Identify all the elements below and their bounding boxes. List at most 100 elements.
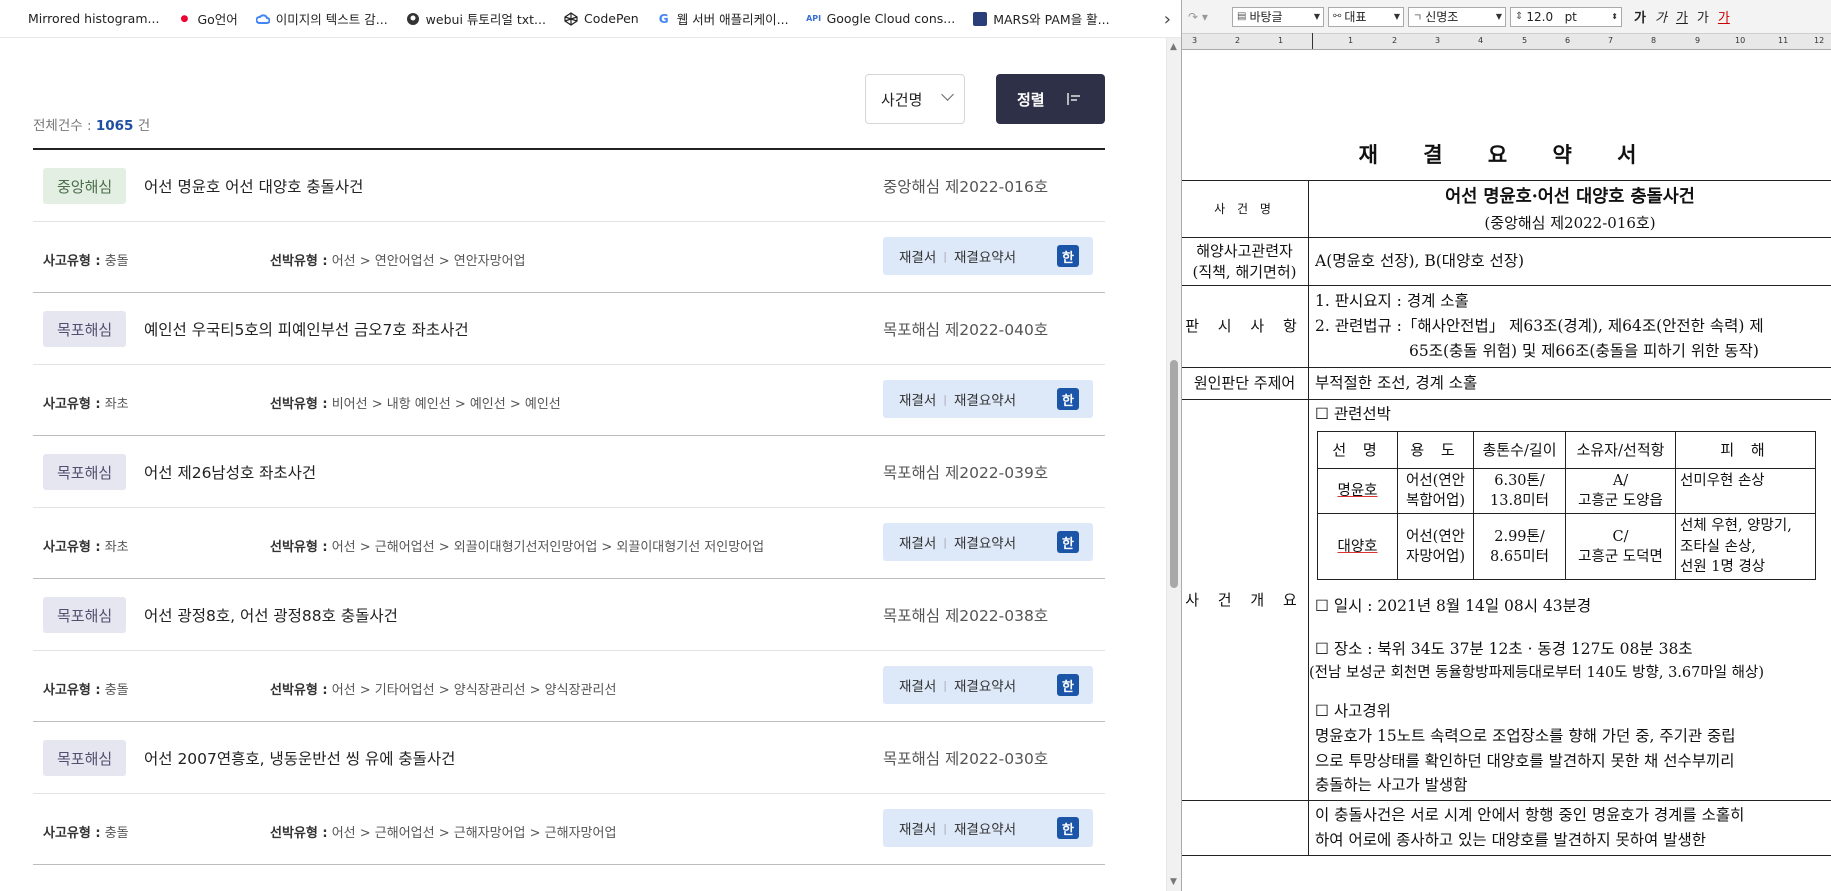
case-title-link[interactable]: 어선 명윤호 어선 대양호 충돌사건 <box>144 175 363 197</box>
ship-table-header: 용 도 <box>1397 430 1474 469</box>
chevron-down-icon <box>941 88 954 101</box>
dropdown-arrow-icon: ⬍ <box>1611 11 1618 21</box>
font-select[interactable]: ㄱ 신명조 ▼ <box>1408 6 1506 27</box>
font-size-input[interactable]: ⇕ 12.0 pt ⬍ <box>1510 6 1622 27</box>
scroll-up-arrow-icon[interactable]: ▲ <box>1170 42 1177 52</box>
language-icon: ⚯ <box>1333 11 1342 22</box>
ruling-doc-link[interactable]: 재결서 <box>899 389 936 409</box>
vertical-scrollbar[interactable]: ▲ ▼ <box>1166 38 1181 891</box>
accident-type-value: 충돌 <box>104 683 129 698</box>
ship-row: 대양호 어선(연안 자망어업) 2.99톤/8.65미터 C/고흥군 도덕면 선체… <box>1317 513 1816 581</box>
summary-line: 이 충돌사건은 서로 시계 안에서 항행 중인 명윤호가 경계를 소홀히 <box>1315 806 1745 825</box>
ruler-number: 2 <box>1235 36 1241 45</box>
font-color-button[interactable]: 가 <box>1718 7 1730 26</box>
bold-button[interactable]: 가 <box>1634 7 1646 26</box>
chevron-right-icon[interactable]: › <box>1164 9 1171 30</box>
ruling-doc-link[interactable]: 재결서 <box>899 675 936 695</box>
divider: | <box>943 392 947 406</box>
ruling-summary-table: 사 건 명 어선 명윤호·어선 대양호 충돌사건 (중앙해심 제2022-016… <box>1182 180 1831 856</box>
accident-type: 사고유형 : 충돌 <box>43 250 129 269</box>
case-title-link[interactable]: 어선 제26남성호 좌초사건 <box>144 461 316 483</box>
case-title-link[interactable]: 어선 2007연흥호, 냉동운반선 씽 유에 충돌사건 <box>144 747 455 769</box>
ship-tonnage-line-2: 8.65미터 <box>1490 548 1549 565</box>
accident-type-value: 좌초 <box>104 540 129 555</box>
ship-type-label: 선박유형 : <box>270 397 328 412</box>
ship-tonnage-line-2: 13.8미터 <box>1490 493 1549 510</box>
summary-label <box>1182 800 1309 856</box>
hwp-file-icon[interactable]: 한 <box>1057 674 1079 696</box>
case-number: 목포해심 제2022-040호 <box>883 321 1049 339</box>
hwp-file-icon[interactable]: 한 <box>1057 817 1079 839</box>
style-select[interactable]: ▤ 바탕글 ▼ <box>1232 6 1324 27</box>
case-item: 목포해심 예인선 우국티5호의 피예인부선 금오7호 좌초사건 목포해심 제20… <box>33 293 1105 436</box>
bookmark-item[interactable]: CodePen <box>564 11 639 26</box>
case-title-link[interactable]: 어선 광정8호, 어선 광정88호 충돌사건 <box>144 604 398 626</box>
case-item: 목포해심 어선 제26남성호 좌초사건 목포해심 제2022-039호 사고유형… <box>33 436 1105 579</box>
undo-redo-icon[interactable]: ↷ ▾ <box>1188 10 1232 24</box>
bookmark-item[interactable]: 이미지의 텍스트 감... <box>255 9 388 28</box>
ship-type: 선박유형 : 어선 > 연안어업선 > 연안자망어업 <box>270 250 526 269</box>
bookmark-label: 이미지의 텍스트 감... <box>275 12 388 27</box>
divider: | <box>943 535 947 549</box>
ruling-summary-link[interactable]: 재결요약서 <box>954 532 1016 552</box>
scroll-down-arrow-icon[interactable]: ▼ <box>1170 877 1177 887</box>
italic-button[interactable]: 가 <box>1655 7 1667 26</box>
hwp-file-icon[interactable]: 한 <box>1057 388 1079 410</box>
blank-page-icon <box>8 12 22 26</box>
ship-use: 어선(연안 자망어업) <box>1397 513 1474 581</box>
ruling-summary-link[interactable]: 재결요약서 <box>954 246 1016 266</box>
bookmark-item[interactable]: API Google Cloud cons... <box>806 11 955 26</box>
hwp-file-icon[interactable]: 한 <box>1057 531 1079 553</box>
underline-button[interactable]: 가 <box>1676 7 1688 26</box>
ruler-number: 2 <box>1392 36 1398 45</box>
ship-table-header: 총톤수/길이 <box>1473 430 1566 469</box>
sort-field-select[interactable]: 사건명 <box>865 74 965 124</box>
bookmark-item[interactable]: ● Go언어 <box>177 9 238 28</box>
ruling-summary-link[interactable]: 재결요약서 <box>954 675 1016 695</box>
hwp-file-icon[interactable]: 한 <box>1057 245 1079 267</box>
ruling-doc-link[interactable]: 재결서 <box>899 818 936 838</box>
dropdown-arrow-icon: ▼ <box>1313 11 1320 21</box>
google-icon: G <box>658 11 669 26</box>
summary-line: 하여 어로에 종사하고 있는 대양호를 발견하지 못하여 발생한 <box>1315 831 1706 850</box>
incident-place-detail: (전남 보성군 회천면 동율항방파제등대로부터 140도 방향, 3.67마일 … <box>1309 664 1764 681</box>
ship-damage-line-1: 선체 우현, 양망기, <box>1680 518 1792 535</box>
case-meta-row: 사고유형 : 좌초 선박유형 : 어선 > 근해어업선 > 외끌이대형기선저인망… <box>33 508 1105 579</box>
ship-type-value: 어선 > 기타어업선 > 양식장관리선 > 양식장관리선 <box>331 683 617 698</box>
ruling-doc-link[interactable]: 재결서 <box>899 246 936 266</box>
case-item: 목포해심 어선 2007연흥호, 냉동운반선 씽 유에 충돌사건 목포해심 제2… <box>33 722 1105 865</box>
divider: | <box>943 678 947 692</box>
ship-table-header: 선 명 <box>1317 430 1398 469</box>
count-unit: 건 <box>137 118 151 134</box>
case-meta-row: 사고유형 : 충돌 선박유형 : 어선 > 연안어업선 > 연안자망어업 재결서… <box>33 222 1105 293</box>
ruling-summary-link[interactable]: 재결요약서 <box>954 818 1016 838</box>
bookmark-item[interactable]: Mirrored histogram... <box>8 11 159 26</box>
strikethrough-button[interactable]: 가 <box>1697 7 1709 26</box>
summary-cell: 이 충돌사건은 서로 시계 안에서 항행 중인 명윤호가 경계를 소홀히 하여 … <box>1308 800 1831 856</box>
ruling-doc-link[interactable]: 재결서 <box>899 532 936 552</box>
google-cloud-icon <box>255 12 270 26</box>
bookmark-item[interactable]: MARS와 PAM을 활... <box>973 9 1110 28</box>
case-number: 중앙해심 제2022-016호 <box>883 178 1049 196</box>
language-select[interactable]: ⚯ 대표 ▼ <box>1328 6 1404 27</box>
ruler-number: 3 <box>1435 36 1441 45</box>
progress-line: 명윤호가 15노트 속력으로 조업장소를 향해 가던 중, 주기관 중립 <box>1315 726 1736 745</box>
ruler-number: 1 <box>1278 36 1284 45</box>
style-icon: ▤ <box>1237 11 1247 22</box>
accident-type-label: 사고유형 : <box>43 826 101 841</box>
font-icon: ㄱ <box>1413 13 1423 24</box>
ship-damage: 선미우현 손상 <box>1675 467 1816 515</box>
ruling-summary-link[interactable]: 재결요약서 <box>954 389 1016 409</box>
total-count: 전체건수 : 1065 건 <box>33 114 150 134</box>
case-item: 목포해심 어선 광정8호, 어선 광정88호 충돌사건 목포해심 제2022-0… <box>33 579 1105 722</box>
sort-button[interactable]: 정렬 <box>996 74 1105 124</box>
indent-marker[interactable] <box>1312 33 1313 49</box>
scrollbar-thumb[interactable] <box>1170 360 1178 588</box>
ship-owner: C/고흥군 도덕면 <box>1565 513 1676 581</box>
bookmark-label: Go언어 <box>197 12 238 27</box>
bookmark-item[interactable]: G 웹 서버 애플리케이... <box>657 9 789 28</box>
ship-tonnage: 2.99톤/8.65미터 <box>1473 513 1566 581</box>
case-header-row: 목포해심 어선 제26남성호 좌초사건 목포해심 제2022-039호 <box>33 436 1105 508</box>
bookmark-item[interactable]: webui 튜토리얼 txt... <box>406 9 546 28</box>
case-title-link[interactable]: 예인선 우국티5호의 피예인부선 금오7호 좌초사건 <box>144 318 469 340</box>
